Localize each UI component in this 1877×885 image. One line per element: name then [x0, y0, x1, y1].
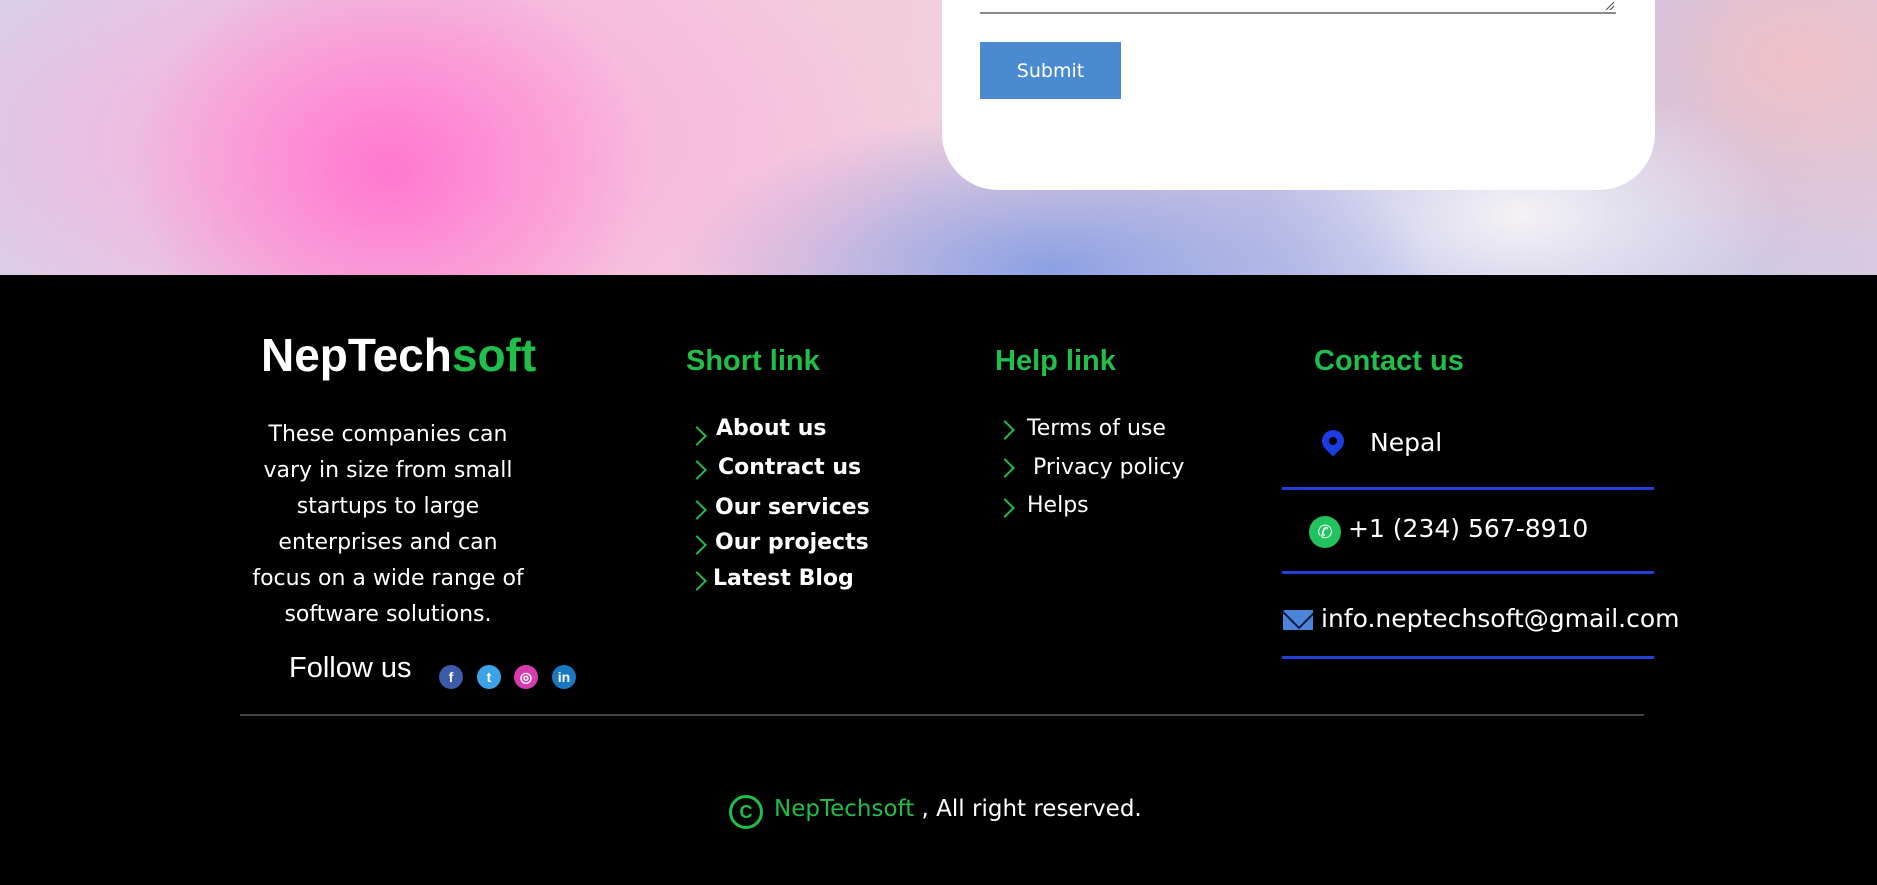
contact-phone[interactable]: +1 (234) 567-8910	[1348, 514, 1588, 543]
chevron-right-icon	[687, 571, 707, 591]
chevron-right-icon	[995, 420, 1015, 440]
chevron-right-icon	[687, 426, 707, 446]
help-link-terms-of-use[interactable]: Terms of use	[1027, 416, 1166, 441]
short-link-latest-blog[interactable]: Latest Blog	[713, 566, 854, 591]
location-pin-icon	[1317, 425, 1349, 457]
instagram-icon[interactable]: ◎	[514, 665, 538, 689]
short-link-contract-us[interactable]: Contract us	[718, 455, 861, 480]
mail-icon	[1283, 610, 1313, 630]
hero-background: Submit	[0, 0, 1877, 275]
footer-divider	[240, 714, 1644, 716]
about-text: These companies can vary in size from sm…	[252, 422, 524, 627]
footer-brand-logo[interactable]: NepTechsoft	[261, 328, 536, 382]
short-link-our-projects[interactable]: Our projects	[715, 530, 869, 555]
contact-location: Nepal	[1370, 428, 1443, 457]
help-link-heading: Help link	[995, 345, 1116, 377]
chevron-right-icon	[687, 500, 707, 520]
copyright-text: NepTechsoft , All right reserved.	[774, 796, 1142, 822]
contact-email[interactable]: info.neptechsoft@gmail.com	[1321, 604, 1680, 633]
resize-grip-icon[interactable]	[1606, 2, 1614, 10]
contact-divider	[1282, 656, 1654, 659]
copyright-brand[interactable]: NepTechsoft	[774, 796, 914, 822]
chevron-right-icon	[687, 535, 707, 555]
follow-us-label: Follow us	[289, 652, 412, 684]
short-link-heading: Short link	[686, 345, 820, 377]
facebook-icon[interactable]: f	[439, 665, 463, 689]
contact-form-card: Submit	[942, 0, 1655, 190]
contact-us-heading: Contact us	[1314, 345, 1464, 377]
copyright-notice: , All right reserved.	[914, 796, 1142, 822]
short-link-our-services[interactable]: Our services	[715, 495, 870, 520]
help-link-helps[interactable]: Helps	[1027, 493, 1089, 518]
short-link-about-us[interactable]: About us	[716, 416, 826, 441]
copyright-icon: C	[729, 795, 763, 829]
contact-divider	[1282, 571, 1654, 574]
contact-divider	[1282, 487, 1654, 490]
chevron-right-icon	[995, 458, 1015, 478]
chevron-right-icon	[687, 460, 707, 480]
submit-button[interactable]: Submit	[980, 42, 1121, 99]
brand-part-1: NepTech	[261, 329, 452, 381]
twitter-icon[interactable]: t	[477, 665, 501, 689]
help-link-privacy-policy[interactable]: Privacy policy	[1033, 455, 1184, 480]
brand-part-2: soft	[451, 329, 537, 381]
message-textarea[interactable]	[980, 0, 1616, 14]
chevron-right-icon	[995, 498, 1015, 518]
whatsapp-icon: ✆	[1309, 516, 1341, 548]
linkedin-icon[interactable]: in	[552, 665, 576, 689]
